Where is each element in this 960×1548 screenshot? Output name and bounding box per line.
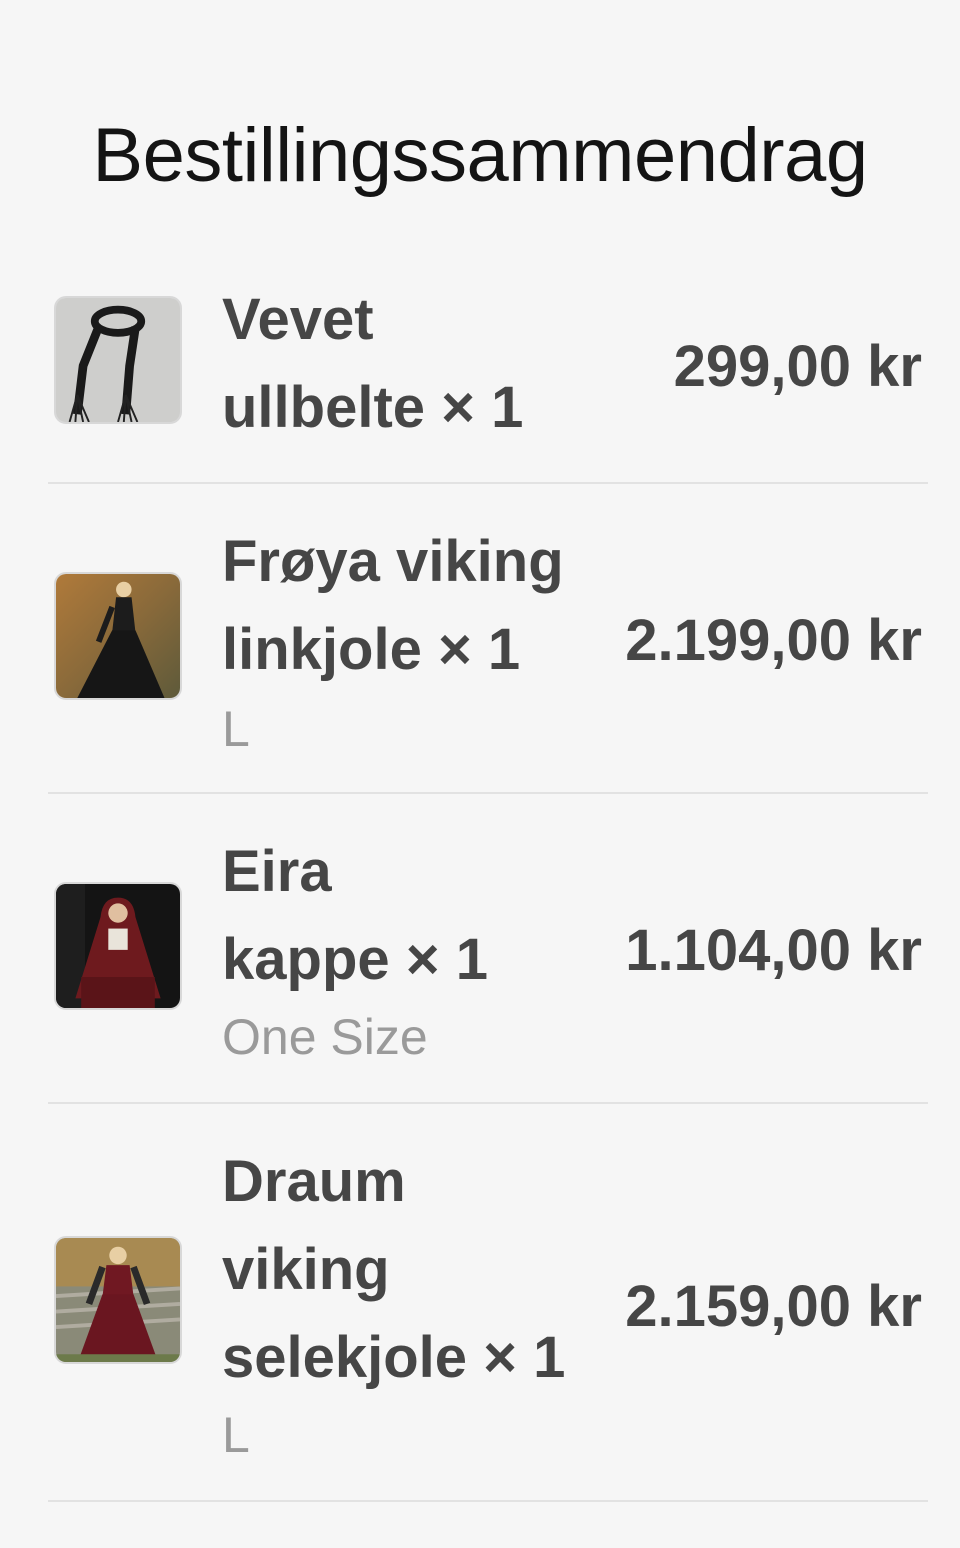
- item-price: 2.159,00 kr: [625, 1274, 922, 1339]
- product-image-froya-dress: [54, 572, 182, 700]
- item-name: Eira kappe × 1: [222, 828, 592, 1004]
- item-variant: L: [222, 1407, 250, 1463]
- item-name: Vevet ullbelte × 1: [222, 276, 592, 452]
- product-image-wool-belt: [54, 296, 182, 424]
- item-name-line: ullbelte × 1: [222, 375, 524, 440]
- item-name-line: Frøya viking: [222, 529, 564, 594]
- item-name-line: Draum: [222, 1149, 406, 1214]
- item-name-line: kappe × 1: [222, 927, 488, 992]
- item-variant: One Size: [222, 1009, 428, 1065]
- order-item: Frøya viking linkjole × 1 L 2.199,00 kr: [48, 484, 928, 794]
- item-name-line: linkjole × 1: [222, 617, 521, 682]
- item-price: 2.199,00 kr: [625, 608, 922, 673]
- product-image-eira-cape: [54, 882, 182, 1010]
- item-name-line: selekjole × 1: [222, 1325, 566, 1390]
- item-price: 1.104,00 kr: [625, 918, 922, 983]
- order-summary-title: Bestillingssammendrag: [92, 113, 868, 198]
- item-name: Frøya viking linkjole × 1: [222, 518, 592, 694]
- item-name-line: Vevet: [222, 287, 374, 352]
- order-item: Eira kappe × 1 One Size 1.104,00 kr: [48, 794, 928, 1104]
- order-item: Draum viking selekjole × 1 L 2.159,00 kr: [48, 1104, 928, 1502]
- item-name: Draum viking selekjole × 1: [222, 1138, 592, 1402]
- item-name-line: Eira: [222, 839, 332, 904]
- order-item: Vevet ullbelte × 1 299,00 kr: [48, 280, 928, 484]
- item-price: 299,00 kr: [673, 334, 922, 399]
- product-image-draum-dress: [54, 1236, 182, 1364]
- item-name-line: viking: [222, 1237, 390, 1302]
- item-variant: L: [222, 701, 250, 757]
